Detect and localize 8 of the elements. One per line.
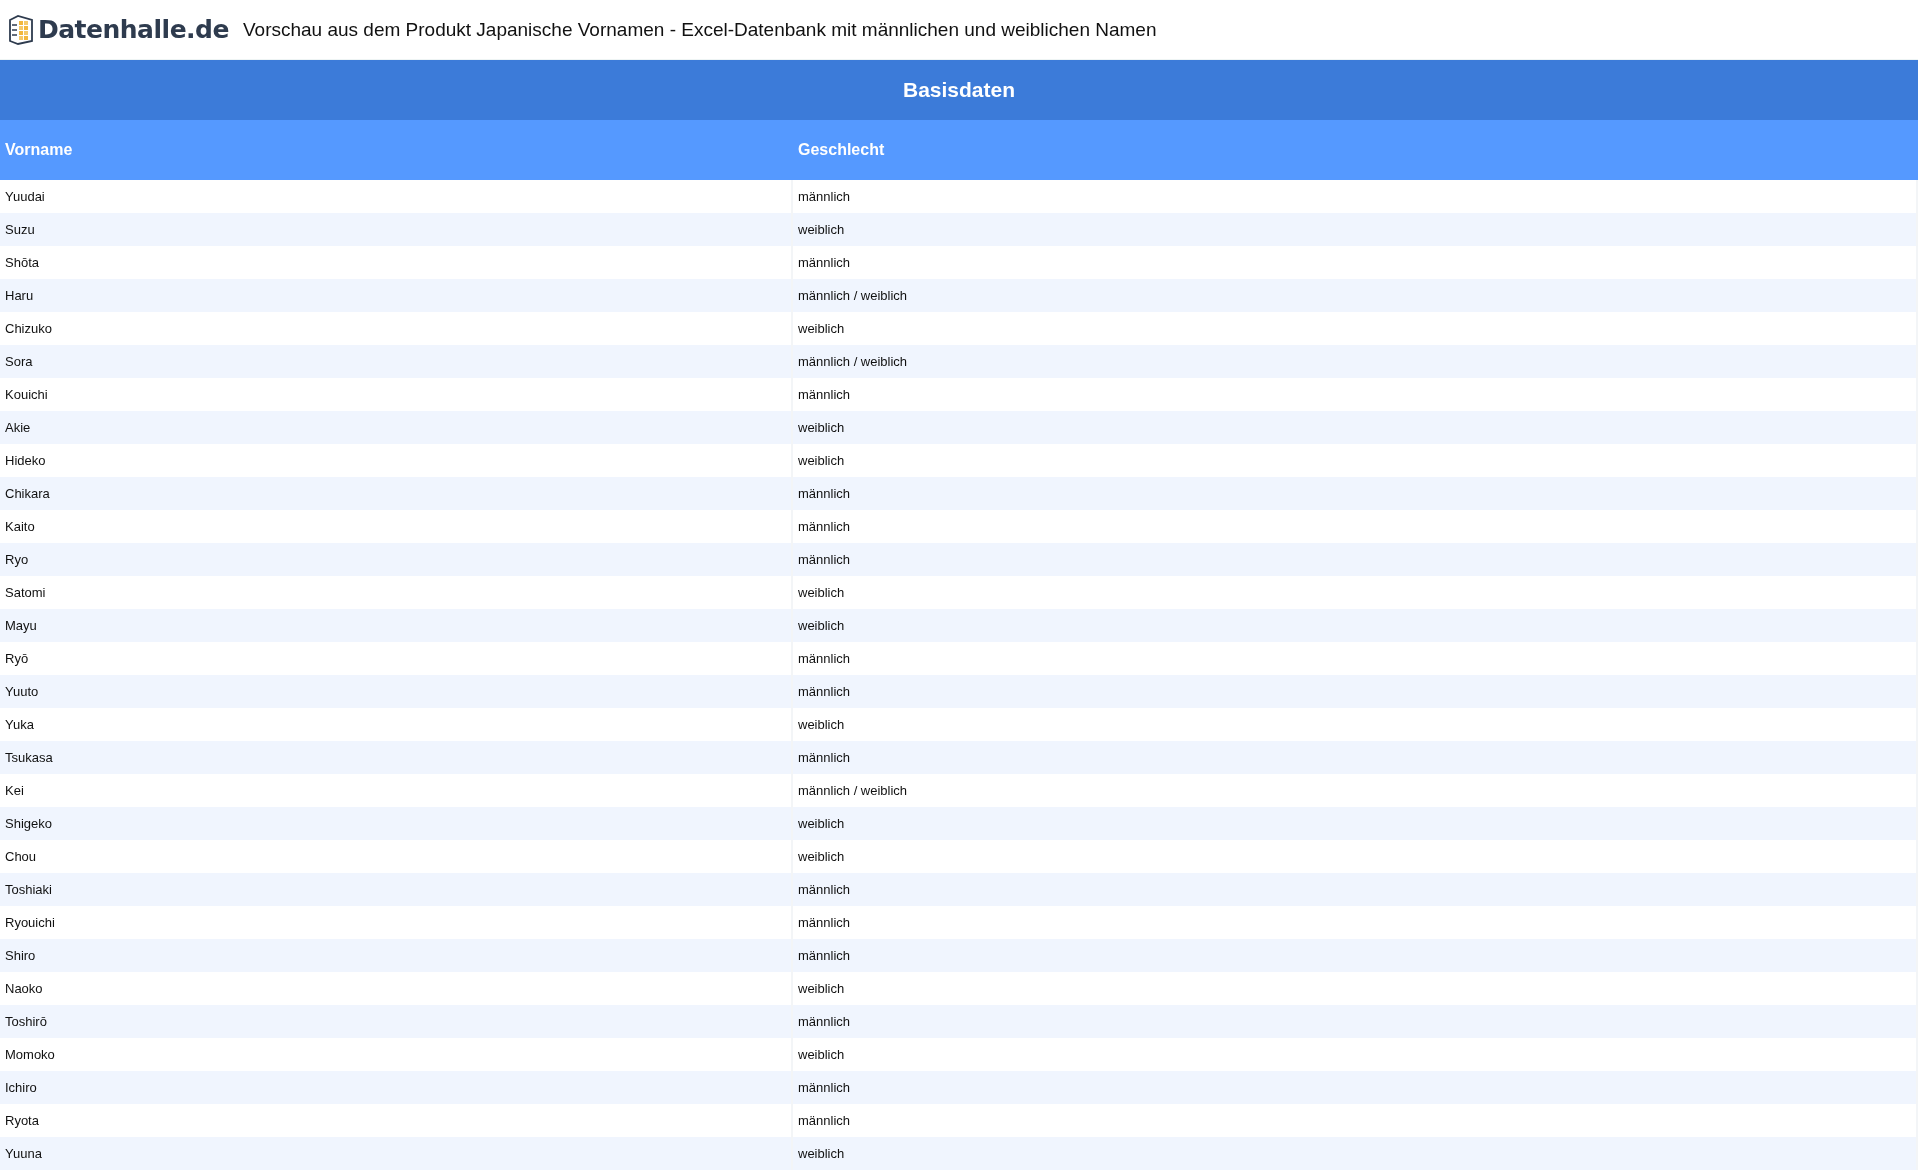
column-header: Vorname [4, 140, 74, 160]
table-cell: Yuuna [0, 1137, 793, 1170]
table-cell: weiblich [793, 1137, 1918, 1170]
column-header: Geschlecht [797, 140, 886, 160]
logo-text[interactable]: Datenhalle.de [38, 15, 229, 44]
logo-icon [6, 14, 34, 45]
page-title: Vorschau aus dem Produkt Japanische Vornamen - Excel-Datenbank mit männlichen und weiblichen Namen [242, 18, 1157, 41]
table-caption: Basisdaten [0, 60, 1918, 120]
